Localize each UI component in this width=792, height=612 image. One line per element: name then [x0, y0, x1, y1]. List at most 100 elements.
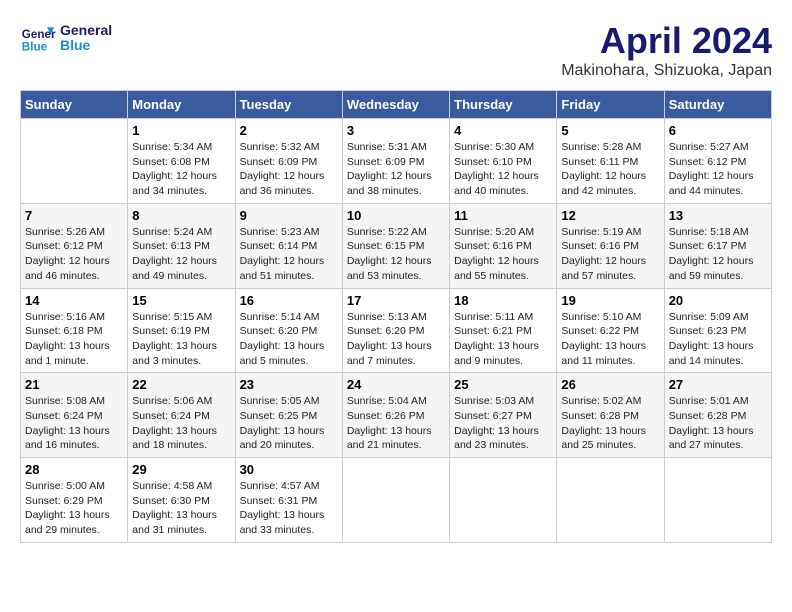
calendar-week-row: 28 Sunrise: 5:00 AM Sunset: 6:29 PM Dayli…	[21, 458, 772, 543]
calendar-header-row: SundayMondayTuesdayWednesdayThursdayFrid…	[21, 91, 772, 119]
day-number: 1	[132, 123, 230, 138]
day-info: Sunrise: 5:14 AM Sunset: 6:20 PM Dayligh…	[240, 310, 338, 369]
day-number: 25	[454, 377, 552, 392]
day-number: 27	[669, 377, 767, 392]
day-number: 5	[561, 123, 659, 138]
calendar-cell: 26 Sunrise: 5:02 AM Sunset: 6:28 PM Dayli…	[557, 373, 664, 458]
day-info: Sunrise: 5:26 AM Sunset: 6:12 PM Dayligh…	[25, 225, 123, 284]
day-number: 8	[132, 208, 230, 223]
calendar-table: SundayMondayTuesdayWednesdayThursdayFrid…	[20, 90, 772, 543]
calendar-cell: 11 Sunrise: 5:20 AM Sunset: 6:16 PM Dayli…	[450, 203, 557, 288]
calendar-cell: 14 Sunrise: 5:16 AM Sunset: 6:18 PM Dayli…	[21, 288, 128, 373]
day-number: 21	[25, 377, 123, 392]
day-info: Sunrise: 5:22 AM Sunset: 6:15 PM Dayligh…	[347, 225, 445, 284]
day-number: 14	[25, 293, 123, 308]
logo: General Blue General Blue	[20, 20, 112, 56]
day-info: Sunrise: 5:02 AM Sunset: 6:28 PM Dayligh…	[561, 394, 659, 453]
calendar-week-row: 21Sunrise: 5:08 AM Sunset: 6:24 PM Dayli…	[21, 373, 772, 458]
day-header-saturday: Saturday	[664, 91, 771, 119]
day-number: 18	[454, 293, 552, 308]
day-number: 10	[347, 208, 445, 223]
day-info: Sunrise: 5:16 AM Sunset: 6:18 PM Dayligh…	[25, 310, 123, 369]
calendar-cell: 2Sunrise: 5:32 AM Sunset: 6:09 PM Daylig…	[235, 119, 342, 204]
day-info: Sunrise: 5:30 AM Sunset: 6:10 PM Dayligh…	[454, 140, 552, 199]
day-info: Sunrise: 5:00 AM Sunset: 6:29 PM Dayligh…	[25, 479, 123, 538]
day-info: Sunrise: 5:23 AM Sunset: 6:14 PM Dayligh…	[240, 225, 338, 284]
day-number: 4	[454, 123, 552, 138]
calendar-cell: 28 Sunrise: 5:00 AM Sunset: 6:29 PM Dayli…	[21, 458, 128, 543]
day-info: Sunrise: 5:32 AM Sunset: 6:09 PM Dayligh…	[240, 140, 338, 199]
calendar-week-row: 7 Sunrise: 5:26 AM Sunset: 6:12 PM Daylig…	[21, 203, 772, 288]
calendar-cell: 10 Sunrise: 5:22 AM Sunset: 6:15 PM Dayli…	[342, 203, 449, 288]
day-info: Sunrise: 5:01 AM Sunset: 6:28 PM Dayligh…	[669, 394, 767, 453]
day-info: Sunrise: 5:06 AM Sunset: 6:24 PM Dayligh…	[132, 394, 230, 453]
calendar-cell: 20 Sunrise: 5:09 AM Sunset: 6:23 PM Dayli…	[664, 288, 771, 373]
day-header-monday: Monday	[128, 91, 235, 119]
day-number: 6	[669, 123, 767, 138]
calendar-cell: 15Sunrise: 5:15 AM Sunset: 6:19 PM Dayli…	[128, 288, 235, 373]
day-info: Sunrise: 4:58 AM Sunset: 6:30 PM Dayligh…	[132, 479, 230, 538]
calendar-cell: 17 Sunrise: 5:13 AM Sunset: 6:20 PM Dayli…	[342, 288, 449, 373]
calendar-cell: 7 Sunrise: 5:26 AM Sunset: 6:12 PM Daylig…	[21, 203, 128, 288]
day-header-tuesday: Tuesday	[235, 91, 342, 119]
calendar-cell: 22 Sunrise: 5:06 AM Sunset: 6:24 PM Dayli…	[128, 373, 235, 458]
day-header-sunday: Sunday	[21, 91, 128, 119]
day-header-wednesday: Wednesday	[342, 91, 449, 119]
calendar-cell: 1Sunrise: 5:34 AM Sunset: 6:08 PM Daylig…	[128, 119, 235, 204]
day-info: Sunrise: 5:20 AM Sunset: 6:16 PM Dayligh…	[454, 225, 552, 284]
day-number: 15	[132, 293, 230, 308]
day-header-friday: Friday	[557, 91, 664, 119]
day-info: Sunrise: 5:04 AM Sunset: 6:26 PM Dayligh…	[347, 394, 445, 453]
day-number: 11	[454, 208, 552, 223]
calendar-cell: 25 Sunrise: 5:03 AM Sunset: 6:27 PM Dayli…	[450, 373, 557, 458]
calendar-cell: 19Sunrise: 5:10 AM Sunset: 6:22 PM Dayli…	[557, 288, 664, 373]
day-info: Sunrise: 5:18 AM Sunset: 6:17 PM Dayligh…	[669, 225, 767, 284]
day-info: Sunrise: 5:13 AM Sunset: 6:20 PM Dayligh…	[347, 310, 445, 369]
day-number: 12	[561, 208, 659, 223]
day-header-thursday: Thursday	[450, 91, 557, 119]
page-header: General Blue General Blue April 2024 Mak…	[20, 20, 772, 80]
calendar-cell: 5 Sunrise: 5:28 AM Sunset: 6:11 PM Daylig…	[557, 119, 664, 204]
day-info: Sunrise: 4:57 AM Sunset: 6:31 PM Dayligh…	[240, 479, 338, 538]
day-number: 24	[347, 377, 445, 392]
day-number: 17	[347, 293, 445, 308]
day-number: 29	[132, 462, 230, 477]
calendar-cell	[21, 119, 128, 204]
day-number: 9	[240, 208, 338, 223]
day-info: Sunrise: 5:24 AM Sunset: 6:13 PM Dayligh…	[132, 225, 230, 284]
title-area: April 2024 Makinohara, Shizuoka, Japan	[561, 20, 772, 80]
calendar-cell	[664, 458, 771, 543]
day-number: 22	[132, 377, 230, 392]
day-number: 19	[561, 293, 659, 308]
day-info: Sunrise: 5:09 AM Sunset: 6:23 PM Dayligh…	[669, 310, 767, 369]
calendar-week-row: 1Sunrise: 5:34 AM Sunset: 6:08 PM Daylig…	[21, 119, 772, 204]
day-number: 28	[25, 462, 123, 477]
day-number: 3	[347, 123, 445, 138]
day-info: Sunrise: 5:03 AM Sunset: 6:27 PM Dayligh…	[454, 394, 552, 453]
calendar-cell: 30 Sunrise: 4:57 AM Sunset: 6:31 PM Dayli…	[235, 458, 342, 543]
calendar-cell: 18Sunrise: 5:11 AM Sunset: 6:21 PM Dayli…	[450, 288, 557, 373]
day-info: Sunrise: 5:28 AM Sunset: 6:11 PM Dayligh…	[561, 140, 659, 199]
calendar-cell: 21Sunrise: 5:08 AM Sunset: 6:24 PM Dayli…	[21, 373, 128, 458]
day-info: Sunrise: 5:19 AM Sunset: 6:16 PM Dayligh…	[561, 225, 659, 284]
month-title: April 2024	[561, 20, 772, 62]
calendar-cell: 13Sunrise: 5:18 AM Sunset: 6:17 PM Dayli…	[664, 203, 771, 288]
calendar-cell: 4 Sunrise: 5:30 AM Sunset: 6:10 PM Daylig…	[450, 119, 557, 204]
logo-general: General	[60, 23, 112, 38]
calendar-cell: 9 Sunrise: 5:23 AM Sunset: 6:14 PM Daylig…	[235, 203, 342, 288]
location-subtitle: Makinohara, Shizuoka, Japan	[561, 62, 772, 80]
day-number: 26	[561, 377, 659, 392]
day-number: 30	[240, 462, 338, 477]
day-number: 16	[240, 293, 338, 308]
day-number: 20	[669, 293, 767, 308]
day-number: 7	[25, 208, 123, 223]
calendar-cell: 3Sunrise: 5:31 AM Sunset: 6:09 PM Daylig…	[342, 119, 449, 204]
calendar-cell: 16 Sunrise: 5:14 AM Sunset: 6:20 PM Dayli…	[235, 288, 342, 373]
calendar-cell	[450, 458, 557, 543]
logo-icon: General Blue	[20, 20, 56, 56]
calendar-cell: 6Sunrise: 5:27 AM Sunset: 6:12 PM Daylig…	[664, 119, 771, 204]
calendar-week-row: 14 Sunrise: 5:16 AM Sunset: 6:18 PM Dayli…	[21, 288, 772, 373]
calendar-cell: 8 Sunrise: 5:24 AM Sunset: 6:13 PM Daylig…	[128, 203, 235, 288]
calendar-cell: 23Sunrise: 5:05 AM Sunset: 6:25 PM Dayli…	[235, 373, 342, 458]
logo-blue: Blue	[60, 38, 112, 53]
